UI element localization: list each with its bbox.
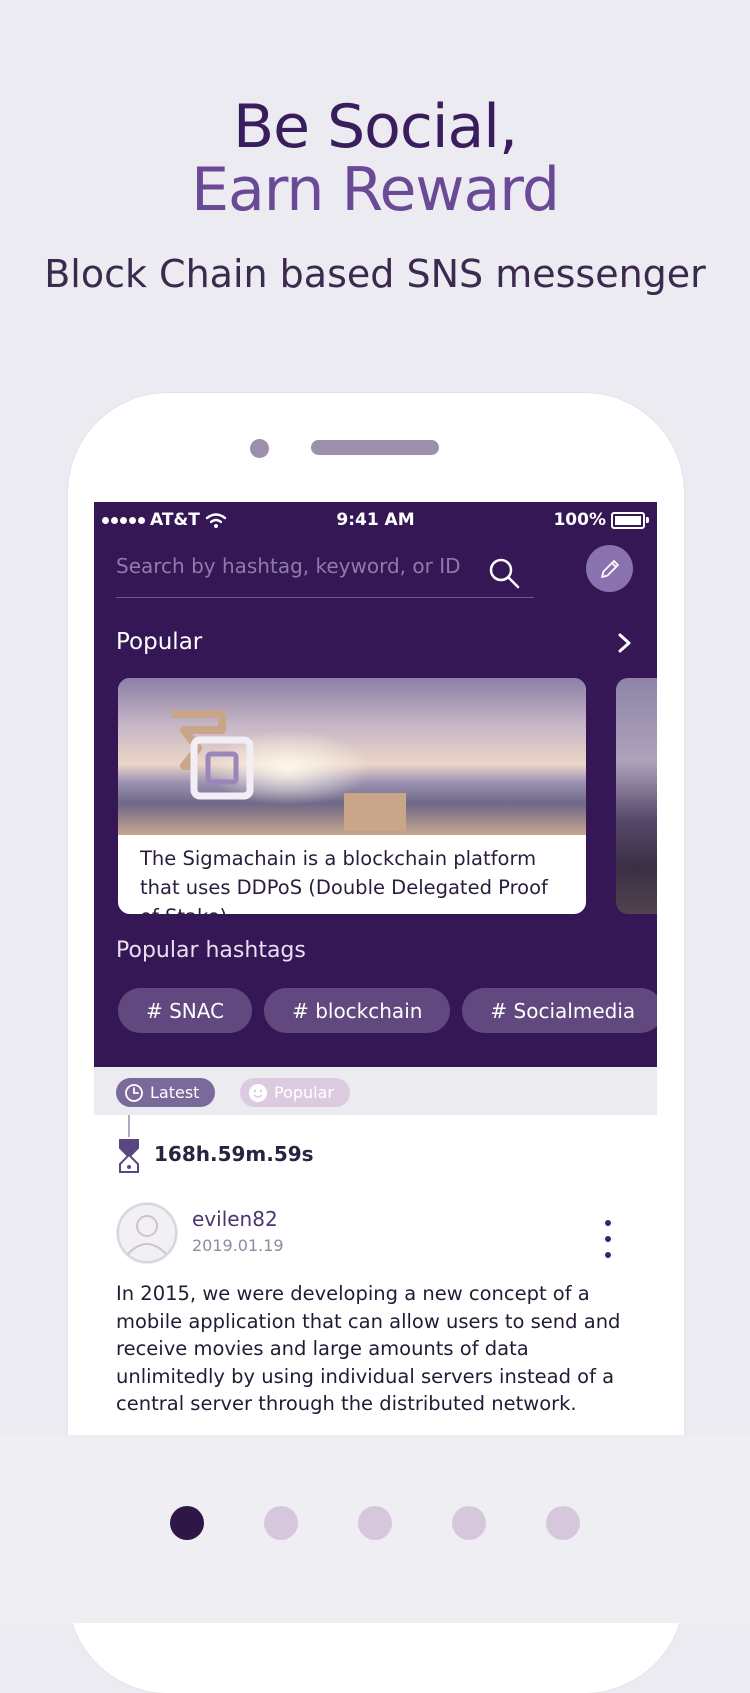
hashtags-section-title: Popular hashtags	[116, 938, 306, 963]
avatar[interactable]	[116, 1202, 178, 1264]
headline-line1: Be Social,	[232, 92, 518, 162]
headline-subtitle: Block Chain based SNS messenger	[44, 252, 706, 296]
sigmachain-logo-icon	[172, 710, 254, 800]
page-dot-2[interactable]	[264, 1506, 298, 1540]
hashtag-chip[interactable]: # Socialmedia	[462, 988, 657, 1033]
post-username[interactable]: evilen82	[192, 1207, 278, 1231]
header-panel: AT&T 9:41 AM 100% Popular	[94, 502, 657, 1067]
smiley-icon	[249, 1083, 267, 1102]
page-dot-5[interactable]	[546, 1506, 580, 1540]
hashtag-chip[interactable]: # blockchain	[264, 988, 451, 1033]
filter-latest-label: Latest	[150, 1083, 200, 1102]
user-icon	[117, 1203, 177, 1263]
card-image-block	[344, 793, 406, 831]
battery-icon	[611, 511, 645, 529]
camera-dot	[250, 439, 269, 458]
hashtag-chip[interactable]: # SNAC	[118, 988, 253, 1033]
more-options-icon[interactable]	[601, 1220, 615, 1258]
page-dot-4[interactable]	[452, 1506, 486, 1540]
battery-label: 100%	[553, 510, 606, 530]
status-battery: 100%	[553, 510, 649, 530]
feed-filter-bar: Latest Popular	[94, 1067, 657, 1115]
clock-icon	[125, 1083, 143, 1102]
post-body: In 2015, we were developing a new concep…	[116, 1282, 621, 1415]
filter-popular-label: Popular	[274, 1083, 334, 1102]
page-dot-1[interactable]	[170, 1506, 204, 1540]
popular-section-title: Popular	[116, 629, 203, 655]
pencil-icon	[600, 559, 619, 578]
filter-latest-button[interactable]: Latest	[116, 1078, 216, 1107]
search-icon[interactable]	[487, 556, 521, 590]
app-screen: AT&T 9:41 AM 100% Popular	[94, 502, 657, 1512]
headline-line2: Earn Reward	[191, 155, 560, 225]
filter-popular-button[interactable]: Popular	[240, 1078, 350, 1107]
chevron-right-icon[interactable]	[617, 632, 633, 654]
search-input[interactable]	[116, 548, 476, 584]
speaker-slot	[311, 440, 439, 455]
compose-button[interactable]	[586, 545, 633, 592]
page-dot-3[interactable]	[358, 1506, 392, 1540]
hourglass-icon	[119, 1139, 139, 1173]
post-timer: 168h.59m.59s	[154, 1142, 314, 1166]
card-description: The Sigmachain is a blockchain platform …	[140, 847, 548, 914]
search-bar	[116, 540, 534, 598]
post-date: 2019.01.19	[192, 1236, 284, 1255]
hashtag-list: # SNAC # blockchain # Socialmedia	[118, 988, 657, 1033]
popular-card[interactable]: The Sigmachain is a blockchain platform …	[118, 678, 586, 914]
popular-card-next[interactable]	[616, 678, 657, 914]
